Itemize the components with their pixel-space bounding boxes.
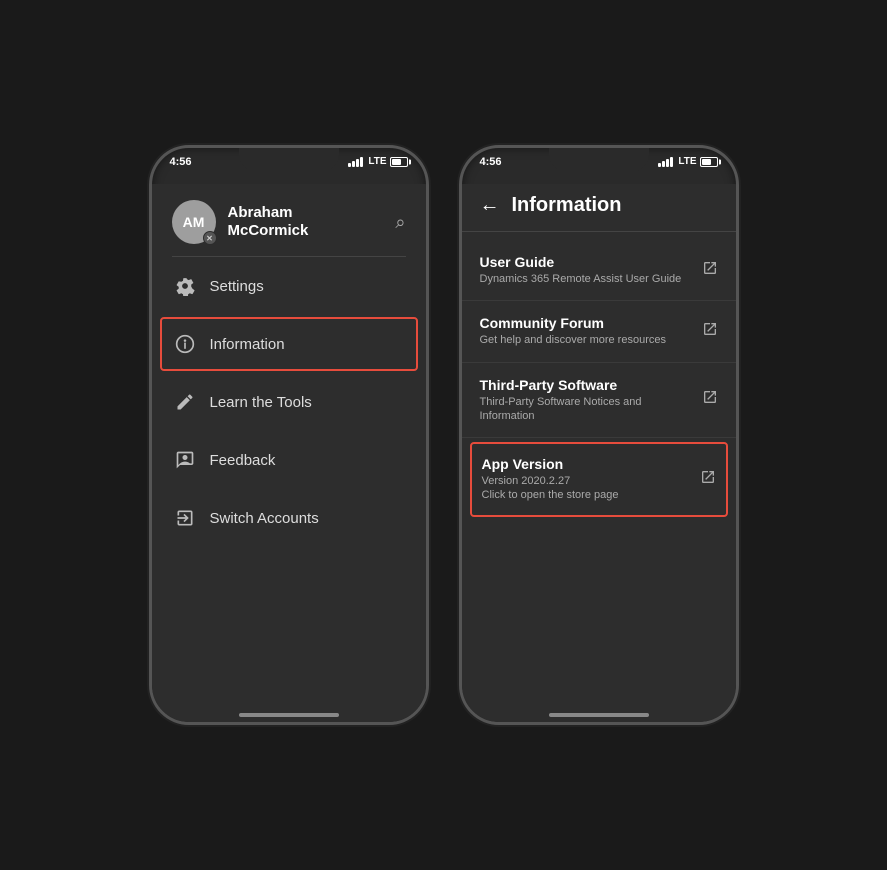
battery-left	[390, 157, 408, 167]
home-indicator-right	[462, 702, 736, 722]
information-label: Information	[210, 336, 285, 353]
third-party-title: Third-Party Software	[480, 377, 694, 393]
info-item-user-guide[interactable]: User Guide Dynamics 365 Remote Assist Us…	[462, 240, 736, 301]
app-version-line2: Click to open the store page	[482, 489, 619, 501]
user-name-line1: Abraham	[228, 204, 309, 222]
battery-right	[700, 157, 718, 167]
switch-icon	[174, 507, 196, 529]
info-header: ← Information	[462, 184, 736, 232]
sidebar-item-switch-accounts[interactable]: Switch Accounts	[152, 489, 426, 547]
community-forum-text: Community Forum Get help and discover mo…	[480, 315, 694, 347]
screen-spacer-right	[462, 529, 736, 702]
settings-label: Settings	[210, 278, 264, 295]
home-bar-right	[549, 713, 649, 717]
app-version-external-icon	[700, 469, 716, 490]
sidebar-item-feedback[interactable]: Feedback	[152, 431, 426, 489]
lte-label-left: LTE	[368, 156, 386, 167]
user-info: AM ✕ Abraham McCormick	[172, 200, 309, 244]
user-section: AM ✕ Abraham McCormick ⌕	[152, 184, 426, 256]
learn-tools-label: Learn the Tools	[210, 394, 312, 411]
home-bar-left	[239, 713, 339, 717]
signal-bars-left	[348, 157, 363, 167]
avatar: AM ✕	[172, 200, 216, 244]
info-item-third-party[interactable]: Third-Party Software Third-Party Softwar…	[462, 363, 736, 439]
search-button[interactable]: ⌕	[395, 212, 405, 233]
lte-label-right: LTE	[678, 156, 696, 167]
gear-icon	[174, 275, 196, 297]
info-screen: ← Information User Guide Dynamics 365 Re…	[462, 184, 736, 722]
feedback-label: Feedback	[210, 452, 276, 469]
time-right: 4:56	[480, 156, 502, 168]
third-party-subtitle: Third-Party Software Notices and Informa…	[480, 395, 694, 424]
app-version-text: App Version Version 2020.2.27 Click to o…	[482, 456, 692, 503]
avatar-initials: AM	[183, 214, 205, 230]
home-indicator-left	[152, 702, 426, 722]
community-forum-title: Community Forum	[480, 315, 694, 331]
community-forum-external-icon	[702, 321, 718, 342]
feedback-icon	[174, 449, 196, 471]
back-button[interactable]: ←	[480, 194, 500, 217]
left-phone: 4:56 LTE AM ✕ Abraham McC	[149, 145, 429, 725]
user-guide-external-icon	[702, 260, 718, 281]
time-left: 4:56	[170, 156, 192, 168]
status-right-right: LTE	[658, 156, 717, 167]
info-items-list: User Guide Dynamics 365 Remote Assist Us…	[462, 232, 736, 529]
notch-right	[549, 148, 649, 172]
app-version-title: App Version	[482, 456, 692, 472]
user-name-line2: McCormick	[228, 222, 309, 240]
app-version-line1: Version 2020.2.27	[482, 475, 571, 487]
user-guide-title: User Guide	[480, 254, 694, 270]
user-guide-subtitle: Dynamics 365 Remote Assist User Guide	[480, 272, 694, 286]
screen-spacer-left	[152, 547, 426, 702]
sidebar-item-learn-tools[interactable]: Learn the Tools	[152, 373, 426, 431]
pencil-icon	[174, 391, 196, 413]
notch	[239, 148, 339, 172]
app-version-subtitle: Version 2020.2.27 Click to open the stor…	[482, 474, 692, 503]
sidebar-item-information[interactable]: Information	[160, 317, 418, 371]
third-party-text: Third-Party Software Third-Party Softwar…	[480, 377, 694, 424]
status-right-left: LTE	[348, 156, 407, 167]
info-page-title: Information	[512, 194, 622, 217]
menu-screen: AM ✕ Abraham McCormick ⌕ Settings	[152, 184, 426, 722]
avatar-badge: ✕	[203, 231, 217, 245]
user-name-block: Abraham McCormick	[228, 204, 309, 240]
signal-bars-right	[658, 157, 673, 167]
third-party-external-icon	[702, 389, 718, 410]
info-item-app-version[interactable]: App Version Version 2020.2.27 Click to o…	[470, 442, 728, 517]
right-phone: 4:56 LTE ← Information User Guide	[459, 145, 739, 725]
sidebar-item-settings[interactable]: Settings	[152, 257, 426, 315]
info-item-community-forum[interactable]: Community Forum Get help and discover mo…	[462, 301, 736, 362]
info-icon	[174, 333, 196, 355]
user-guide-text: User Guide Dynamics 365 Remote Assist Us…	[480, 254, 694, 286]
community-forum-subtitle: Get help and discover more resources	[480, 333, 694, 347]
switch-accounts-label: Switch Accounts	[210, 510, 319, 527]
